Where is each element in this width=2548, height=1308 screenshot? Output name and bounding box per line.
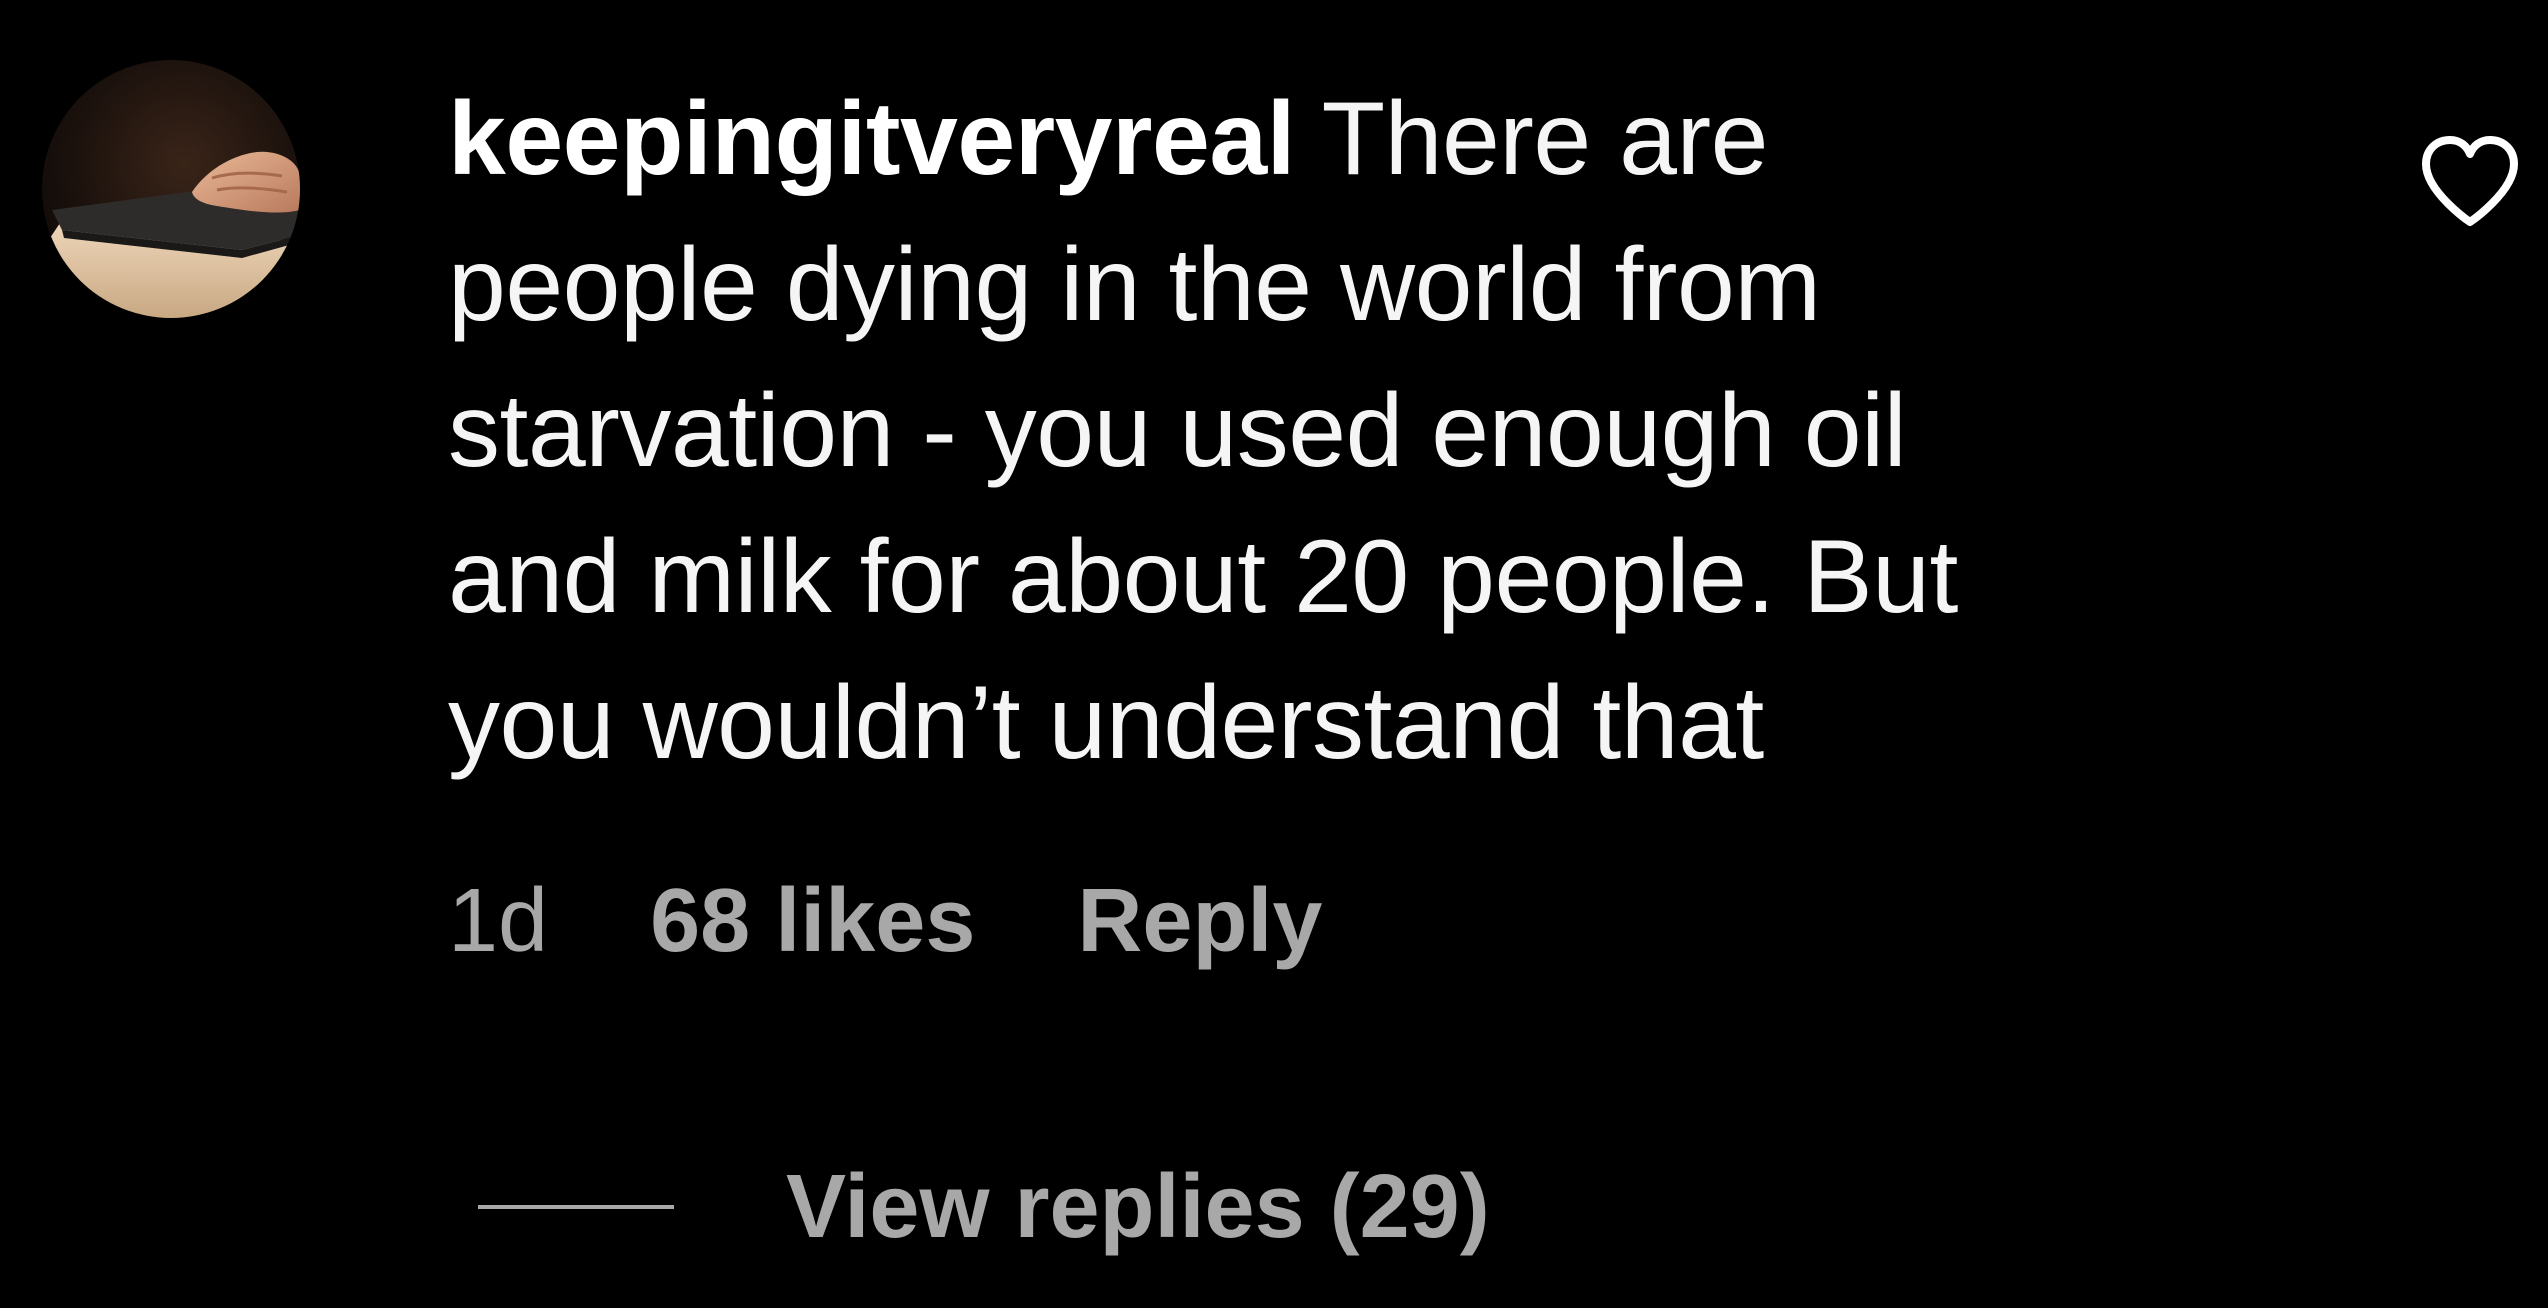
view-replies-button[interactable]: View replies (29) bbox=[478, 1152, 1490, 1262]
heart-outline-icon[interactable] bbox=[2418, 134, 2522, 230]
comment-meta: 1d 68 likes Reply bbox=[448, 866, 1323, 976]
reply-button[interactable]: Reply bbox=[1077, 870, 1322, 973]
view-replies-label[interactable]: View replies (29) bbox=[786, 1156, 1490, 1259]
likes-count[interactable]: 68 likes bbox=[650, 870, 975, 973]
comment-username[interactable]: keepingitveryreal bbox=[448, 81, 1296, 197]
replies-divider bbox=[478, 1205, 674, 1209]
comment-body: keepingitveryreal There are people dying… bbox=[448, 66, 2288, 796]
avatar[interactable] bbox=[42, 60, 300, 318]
comment-timestamp: 1d bbox=[448, 870, 549, 971]
